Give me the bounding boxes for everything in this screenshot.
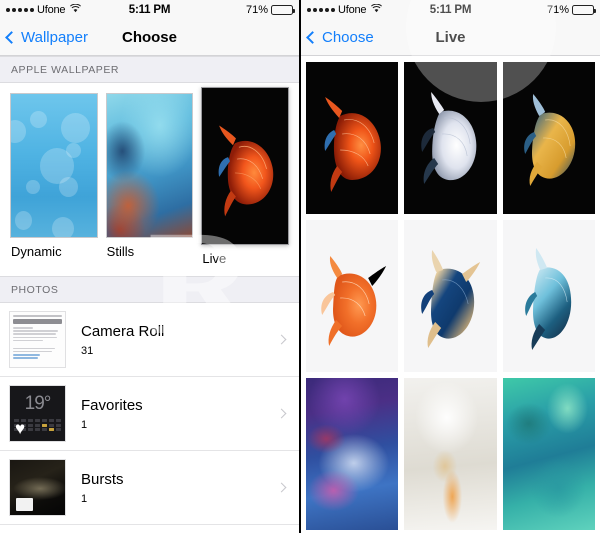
weather-widget-icon: 19° ♥ [10,386,65,441]
wallpaper-type-row: Dynamic Stills Live [0,83,299,266]
wallpaper-type-stills[interactable]: Stills [105,93,194,259]
back-button-label: Choose [322,29,374,46]
chevron-left-icon [5,31,18,44]
nav-bar-right: Choose Live [301,20,600,56]
right-screen-live-wallpapers: Ufone 5:11 PM 71% Choose Live [300,0,600,533]
album-title: Bursts [81,470,124,488]
album-count: 1 [81,493,88,506]
wallpaper-tile-betta-fish-teal-white[interactable] [502,220,595,372]
live-thumbnail[interactable] [201,87,290,245]
status-bar-right-group: 71% [546,4,596,16]
battery-percent-label: 71% [245,4,268,16]
album-meta: Bursts 1 [81,470,278,506]
list-item-favorites[interactable]: 19° ♥ Favorites 1 [0,377,299,451]
stills-thumbnail[interactable] [105,93,194,238]
wallpaper-tile-betta-fish-gold-black[interactable] [502,62,595,214]
album-thumbnail [9,459,66,516]
album-thumbnail [9,311,66,368]
wallpaper-tile-betta-fish-orange-white[interactable] [306,220,399,372]
wallpaper-type-label: Dynamic [11,244,62,259]
section-header-apple-wallpaper: APPLE WALLPAPER [0,56,299,83]
wallpaper-type-label: Stills [106,244,135,259]
wallpaper-tile-betta-fish-white-black[interactable] [404,62,497,214]
list-item-camera-roll[interactable]: Camera Roll 31 [0,303,299,377]
night-scene-icon [10,460,65,515]
album-count: 31 [81,345,94,358]
status-bar-left: Ufone 5:11 PM 71% [0,0,299,20]
album-meta: Camera Roll 31 [81,322,278,358]
wallpaper-tile-betta-fish-red-black[interactable] [306,62,399,214]
dual-screenshot-container: Ufone 5:11 PM 71% Wallpaper Choose APPLE… [0,0,600,533]
nav-bar-left: Wallpaper Choose [0,20,299,56]
back-button-wallpaper[interactable]: Wallpaper [0,29,88,46]
back-button-choose[interactable]: Choose [301,29,374,46]
wallpaper-tile-betta-fish-blue-white[interactable] [404,220,497,372]
status-bar-right: Ufone 5:11 PM 71% [301,0,600,20]
album-title: Camera Roll [81,322,165,340]
document-screenshot-icon [10,312,65,367]
chevron-left-icon [306,31,319,44]
battery-percent-label: 71% [546,4,569,16]
wallpaper-type-live[interactable]: Live [201,87,290,266]
list-item-screenshots[interactable]: Screenshots [0,525,299,533]
heart-icon: ♥ [15,419,26,438]
chevron-right-icon [276,482,287,493]
photo-albums-list: Camera Roll 31 19° ♥ Favorites 1 Bursts … [0,303,299,533]
wallpaper-type-label: Live [202,251,227,266]
wallpaper-type-dynamic[interactable]: Dynamic [10,93,98,259]
album-count: 1 [81,419,88,432]
section-header-photos: PHOTOS [0,276,299,303]
betta-fish-red-black [202,88,289,244]
back-button-label: Wallpaper [21,29,88,46]
status-bar-right-group: 71% [245,4,295,16]
battery-icon [271,5,295,15]
stills-gradient [106,94,193,237]
album-title: Favorites [81,396,143,414]
list-item-bursts[interactable]: Bursts 1 [0,451,299,525]
wallpaper-tile-ink-purple-blue[interactable] [306,378,399,530]
album-meta: Favorites 1 [81,396,278,432]
chevron-right-icon [276,334,287,345]
wallpaper-tile-ink-teal-green[interactable] [502,378,595,530]
live-wallpaper-grid [301,56,600,533]
wallpaper-tile-ink-white-cream[interactable] [404,378,497,530]
battery-icon [572,5,596,15]
chevron-right-icon [276,408,287,419]
album-thumbnail: 19° ♥ [9,385,66,442]
dynamic-thumbnail[interactable] [10,93,98,238]
left-screen-choose-wallpaper: Ufone 5:11 PM 71% Wallpaper Choose APPLE… [0,0,300,533]
